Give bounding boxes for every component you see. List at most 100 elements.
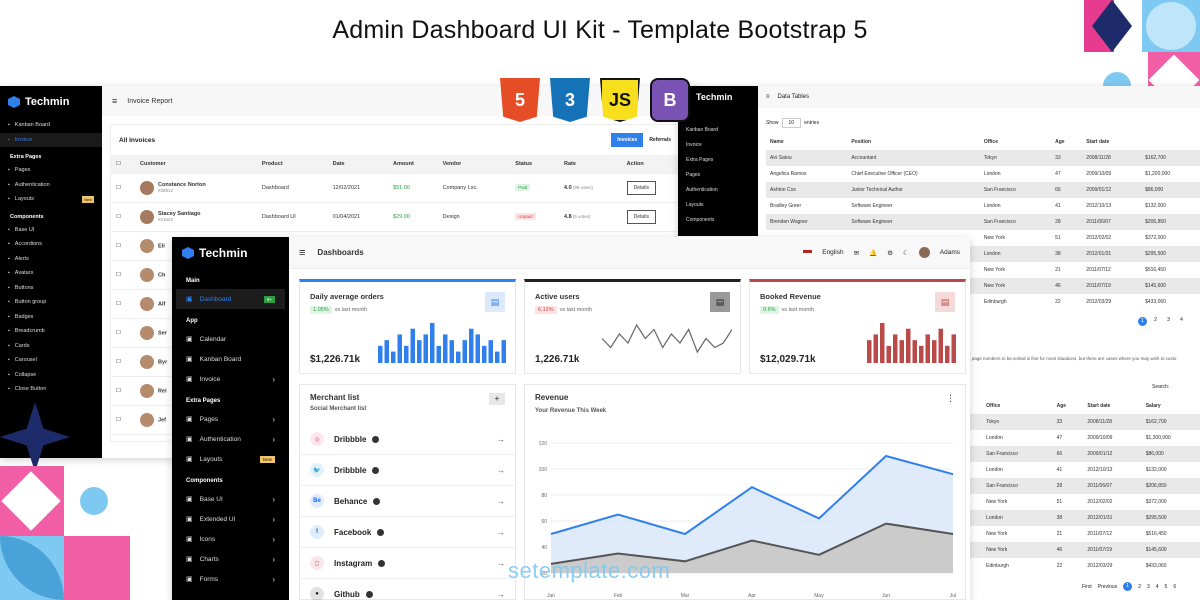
sidebar-item-invoice[interactable]: ▣ Invoice › [176, 369, 285, 389]
row-checkbox[interactable]: ☐ [111, 260, 136, 290]
sidebar-item-cards[interactable]: ▪ Cards [0, 339, 102, 354]
sidebar-item-pages[interactable]: ▣ Pages › [176, 409, 285, 429]
sidebar-item-ar[interactable]: ar [678, 108, 758, 123]
sidebar-item-breadcrumb[interactable]: ▪ Breadcrumb [0, 324, 102, 339]
mail-icon[interactable]: ✉ [854, 249, 859, 257]
column-header[interactable]: Office [982, 398, 1053, 414]
column-header[interactable]: Start date [1082, 134, 1141, 150]
row-checkbox[interactable]: ☐ [111, 405, 136, 435]
arrow-right-icon[interactable]: → [497, 559, 505, 568]
page-button[interactable]: 5 [1165, 584, 1168, 590]
sidebar-item-base-ui[interactable]: ▪ Base UI [0, 223, 102, 238]
row-checkbox[interactable]: ☐ [111, 289, 136, 319]
arrow-right-icon[interactable]: → [497, 466, 505, 475]
sidebar-item-buttons[interactable]: ▪ Buttons [0, 281, 102, 296]
merchant-item[interactable]: f Facebook → [300, 517, 515, 548]
sidebar-item-invoice[interactable]: ▪ Invoice [0, 132, 102, 147]
bell-icon[interactable]: 🔔 [869, 249, 877, 257]
merchant-item[interactable]: ◎ Dribbble → [300, 424, 515, 455]
settings-icon[interactable]: ⚙ [887, 249, 893, 257]
sidebar-item-authentication[interactable]: Authentication [678, 183, 758, 198]
sidebar-item-charts[interactable]: ▣ Charts › [176, 549, 285, 569]
sidebar-item-icons[interactable]: ▣ Icons › [176, 529, 285, 549]
row-checkbox[interactable]: ☐ [111, 347, 136, 377]
sidebar-item-layouts[interactable]: ▣ Layouts New [176, 449, 285, 469]
checkbox-all[interactable]: ☐ [111, 155, 136, 174]
merchant-item[interactable]: ◻ Instagram → [300, 548, 515, 579]
column-header[interactable]: Start date [1083, 398, 1141, 414]
arrow-right-icon[interactable]: → [497, 590, 505, 599]
column-header[interactable]: Age [1051, 134, 1082, 150]
entries-select[interactable]: 10 [781, 118, 802, 128]
arrow-right-icon[interactable]: → [497, 528, 505, 537]
sidebar-item-button-group[interactable]: ▪ Button group [0, 295, 102, 310]
more-options-icon[interactable]: ⋮ [946, 393, 955, 414]
row-checkbox[interactable]: ☐ [111, 173, 136, 203]
page-button[interactable]: 3 [1164, 317, 1173, 326]
sidebar-item-kanban-board[interactable]: ▪ Kanban Board [0, 118, 102, 133]
sidebar-item-authentication[interactable]: ▪ Authentication [0, 178, 102, 193]
merchant-item[interactable]: 🐦 Dribbble → [300, 455, 515, 486]
column-header[interactable]: Salary [1142, 398, 1200, 414]
sidebar-item-kanban-board[interactable]: ▣ Kanban Board [176, 349, 285, 369]
arrow-right-icon[interactable]: → [497, 435, 505, 444]
sidebar-item-carousel[interactable]: ▪ Carousel [0, 353, 102, 368]
sidebar-item-kanban-board[interactable]: Kanban Board [678, 123, 758, 138]
avatar[interactable] [918, 247, 930, 258]
page-button[interactable]: 4 [1156, 584, 1159, 590]
sidebar-item-dashboard[interactable]: ▣ Dashboard 9+ [176, 289, 285, 309]
sidebar-item-calendar[interactable]: ▣ Calendar [176, 329, 285, 349]
sidebar-item-authentication[interactable]: ▣ Authentication › [176, 429, 285, 449]
sidebar-item-close-button[interactable]: ▪ Close Button [0, 382, 102, 397]
merchant-item[interactable]: Be Behance → [300, 486, 515, 517]
page-button[interactable]: 1 [1138, 317, 1147, 326]
column-header[interactable]: Age [1053, 398, 1084, 414]
user-name[interactable]: Adams [940, 249, 960, 256]
sidebar-item-badges[interactable]: ▪ Badges [0, 310, 102, 325]
details-button[interactable]: Details [626, 209, 656, 224]
row-checkbox[interactable]: ☐ [111, 202, 136, 232]
tab-invoices[interactable]: Invoices [611, 133, 644, 147]
sidebar-item-components[interactable]: Components [678, 213, 758, 228]
page-button[interactable]: 4 [1177, 317, 1186, 326]
sidebar-item-layouts[interactable]: Layouts [678, 198, 758, 213]
sidebar-item-forms[interactable]: ▣ Forms › [176, 569, 285, 589]
column-header[interactable]: Office [980, 134, 1051, 150]
sidebar-item-pages[interactable]: ▪ Pages [0, 163, 102, 178]
sidebar-item-accordions[interactable]: ▪ Accordions [0, 237, 102, 252]
page-button[interactable]: Previous [1098, 584, 1117, 590]
sidebar-item-alerts[interactable]: ▪ Alerts [0, 252, 102, 267]
page-button[interactable]: 3 [1147, 584, 1150, 590]
tab-referrals[interactable]: Referrals [643, 133, 677, 147]
column-header[interactable] [968, 398, 982, 414]
sidebar-item-extended-ui[interactable]: ▣ Extended UI › [176, 509, 285, 529]
page-button[interactable]: 6 [1173, 584, 1176, 590]
arrow-right-icon[interactable]: → [497, 497, 505, 506]
column-header[interactable]: Position [847, 134, 980, 150]
page-button[interactable]: 2 [1151, 317, 1160, 326]
row-checkbox[interactable]: ☐ [111, 231, 136, 261]
page-button[interactable]: First [1082, 584, 1092, 590]
sidebar-item-pages[interactable]: Pages [678, 168, 758, 183]
sidebar-item-invoice[interactable]: Invoice [678, 138, 758, 153]
sidebar-item-extra-pages[interactable]: Extra Pages [678, 153, 758, 168]
details-button[interactable]: Details [626, 180, 656, 195]
menu-icon[interactable]: ≡ [299, 247, 305, 259]
row-checkbox[interactable]: ☐ [111, 376, 136, 406]
row-checkbox[interactable]: ☐ [111, 318, 136, 348]
column-header[interactable] [1141, 134, 1200, 150]
customer-info: Constance Norton #28512 [158, 182, 206, 193]
add-button[interactable]: + [489, 393, 505, 405]
menu-icon[interactable]: ≡ [112, 96, 117, 106]
sidebar-item-layouts[interactable]: ▪ Layouts New [0, 192, 102, 207]
page-button[interactable]: 2 [1138, 584, 1141, 590]
menu-icon[interactable]: ≡ [766, 94, 770, 100]
moon-icon[interactable]: ☾ [903, 249, 909, 257]
language-select[interactable]: English [822, 249, 843, 256]
sidebar-item-avatars[interactable]: ▪ Avatars [0, 266, 102, 281]
page-button[interactable]: 1 [1123, 582, 1133, 591]
sidebar-item-collapse[interactable]: ▪ Collapse [0, 368, 102, 383]
column-header[interactable]: Name [766, 134, 847, 150]
merchant-item[interactable]: ● Github → [300, 579, 515, 600]
sidebar-item-base-ui[interactable]: ▣ Base UI › [176, 489, 285, 509]
